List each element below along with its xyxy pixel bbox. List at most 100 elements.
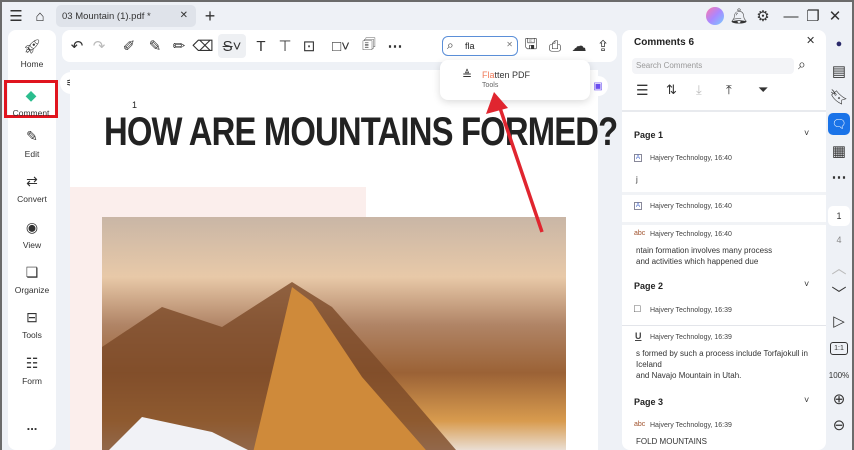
sidebar-item-convert[interactable]: ⇄ Convert xyxy=(8,173,56,204)
comment-text: j xyxy=(636,175,638,184)
ai-assistant-icon[interactable]: ▣ xyxy=(588,76,608,96)
filter-icon[interactable]: ⏷ xyxy=(758,82,768,98)
sidebar-item-home[interactable]: 🚀︎ Home xyxy=(8,38,56,69)
ai-robot-icon[interactable]: ● xyxy=(830,36,848,52)
page-group-header[interactable]: Page 1 xyxy=(634,130,663,140)
new-tab-icon[interactable]: + xyxy=(200,5,220,27)
sidebar-item-edit[interactable]: ✎ Edit xyxy=(8,128,56,159)
comment-text: and activities which happened due xyxy=(636,257,759,266)
comment-item[interactable]: U Hajvery Technology, 16:39 s formed by … xyxy=(622,327,826,387)
more-icon[interactable]: ⋯ xyxy=(830,168,848,186)
search-icon[interactable]: ⌕ xyxy=(798,56,806,73)
rocket-icon: 🚀︎ xyxy=(23,38,41,54)
search-input[interactable]: ⌕ fla ✕ xyxy=(442,36,518,56)
comment-item[interactable]: □ Hajvery Technology, 16:39 xyxy=(622,300,826,324)
sort-icon[interactable]: ⇅ xyxy=(666,82,677,98)
pencil-icon[interactable]: ✏︎ xyxy=(170,36,188,56)
divider xyxy=(622,325,826,326)
divider xyxy=(622,192,826,195)
total-pages: 4 xyxy=(836,235,842,245)
select-cursor-icon[interactable]: ▷ xyxy=(830,312,848,330)
area-highlight-icon: A xyxy=(634,154,643,162)
comments-icon[interactable]: 🗨︎ xyxy=(828,113,850,135)
undo-icon[interactable]: ↶ xyxy=(68,36,86,56)
result-flatten-pdf[interactable]: ≜ Flatten PDF Tools xyxy=(440,64,590,92)
page-group-header[interactable]: Page 3 xyxy=(634,397,663,407)
sidebar-item-organize[interactable]: ❏ Organize xyxy=(8,264,56,295)
chevron-up-icon[interactable]: ︿ xyxy=(830,258,848,277)
chevron-down-icon[interactable]: ﹀ xyxy=(830,284,848,303)
sidebar-item-label: Home xyxy=(20,59,44,69)
sidebar-item-label: Form xyxy=(22,376,42,386)
zoom-in-icon[interactable]: ⊕ xyxy=(830,390,848,408)
form-icon: ☷ xyxy=(25,355,39,371)
sidebar-item-label: View xyxy=(22,240,42,250)
sidebar-item-comment[interactable]: ◆ Comment xyxy=(4,80,58,118)
result-category: Tools xyxy=(482,82,499,89)
shape-icon[interactable]: □˅ xyxy=(328,36,354,56)
collapse-icon[interactable]: ⤓ xyxy=(696,82,702,98)
annotation-arrow xyxy=(486,92,544,233)
list-icon[interactable]: ☰ xyxy=(636,82,649,99)
bookmark-icon[interactable]: 🔖︎ xyxy=(829,88,848,106)
more-tools-icon[interactable]: ⋯ xyxy=(386,36,404,56)
chevron-down-icon[interactable]: ˅ xyxy=(804,395,809,405)
sidebar-item-label: Edit xyxy=(24,149,40,159)
close-window-icon[interactable]: ✕ xyxy=(826,6,844,26)
comments-title: Comments 6 xyxy=(634,37,695,48)
menu-icon[interactable]: ☰ xyxy=(6,6,26,26)
share-icon[interactable]: ⇪ xyxy=(594,36,612,56)
app-window: ☰ ⌂ 03 Mountain (1).pdf * ✕ + 🔔︎ ⚙ — ❐ ✕ … xyxy=(2,2,852,450)
sidebar-item-view[interactable]: ◉ View xyxy=(8,219,56,250)
minimize-icon[interactable]: — xyxy=(782,6,800,26)
restore-icon[interactable]: ❐ xyxy=(804,6,822,26)
document-tab[interactable]: 03 Mountain (1).pdf * ✕ xyxy=(56,5,196,27)
clear-search-icon[interactable]: ✕ xyxy=(506,40,513,49)
cloud-sync-icon[interactable]: ☁ xyxy=(570,36,588,56)
comment-icon: ◆ xyxy=(25,87,37,103)
more-button[interactable]: ... xyxy=(8,418,56,433)
eraser-icon[interactable]: ⌫ xyxy=(192,36,213,56)
title-bar: ☰ ⌂ 03 Mountain (1).pdf * ✕ + 🔔︎ ⚙ — ❐ ✕ xyxy=(2,2,852,30)
expand-icon[interactable]: ⤒ xyxy=(726,82,732,98)
text-icon[interactable]: T xyxy=(252,36,270,56)
chevron-down-icon[interactable]: ˅ xyxy=(804,128,809,138)
comment-item[interactable]: A Hajvery Technology, 16:40 j xyxy=(622,148,826,190)
sidebar-item-label: Convert xyxy=(17,194,47,204)
comment-item[interactable]: abc Hajvery Technology, 16:40 ntain form… xyxy=(622,225,826,275)
underline-icon: U xyxy=(635,331,642,341)
strikethrough-icon[interactable]: S ˅ xyxy=(218,34,246,58)
edit-icon: ✎ xyxy=(26,128,38,144)
comment-item[interactable]: abc Hajvery Technology, 16:39 FOLD MOUNT… xyxy=(622,416,826,450)
close-tab-icon[interactable]: ✕ xyxy=(180,10,188,21)
highlight-icon[interactable]: ✐ xyxy=(120,36,138,56)
fields-icon[interactable]: ▦ xyxy=(830,142,848,160)
sidebar-item-form[interactable]: ☷ Form xyxy=(8,355,56,386)
chevron-down-icon[interactable]: ˅ xyxy=(804,279,809,289)
comment-text: Iceland xyxy=(636,360,662,369)
zoom-out-icon[interactable]: ⊖ xyxy=(830,416,848,434)
home-icon[interactable]: ⌂ xyxy=(30,6,50,26)
close-panel-icon[interactable]: ✕ xyxy=(806,34,815,47)
zoom-level[interactable]: 100% xyxy=(826,366,852,384)
area-highlight-icon: A xyxy=(634,202,643,210)
actual-size-icon[interactable]: 1:1 xyxy=(830,342,848,355)
textbox-icon[interactable]: ⊤ xyxy=(276,36,294,56)
gear-icon[interactable]: ⚙ xyxy=(754,6,772,26)
save-icon[interactable]: 🖫 xyxy=(522,36,540,56)
page-group-header[interactable]: Page 2 xyxy=(634,281,663,291)
area-highlight-icon[interactable]: ✎ xyxy=(146,36,164,56)
sidebar-item-tools[interactable]: ⊟ Tools xyxy=(8,309,56,340)
search-value: fla xyxy=(465,41,475,51)
comment-search-input[interactable]: Search Comments xyxy=(632,58,794,74)
avatar[interactable] xyxy=(706,7,724,25)
callout-icon[interactable]: ⊡ xyxy=(300,36,318,56)
current-page-input[interactable]: 1 xyxy=(828,206,850,226)
comment-item[interactable]: A Hajvery Technology, 16:40 xyxy=(622,196,826,222)
print-icon[interactable]: ⎙ xyxy=(546,36,564,56)
redo-icon[interactable]: ↷ xyxy=(90,36,108,56)
thumbnails-icon[interactable]: ▤ xyxy=(830,62,848,80)
flatten-icon: ≜ xyxy=(462,68,473,82)
note-icon[interactable]: 🗊 xyxy=(360,36,378,56)
bell-icon[interactable]: 🔔︎ xyxy=(729,6,748,26)
